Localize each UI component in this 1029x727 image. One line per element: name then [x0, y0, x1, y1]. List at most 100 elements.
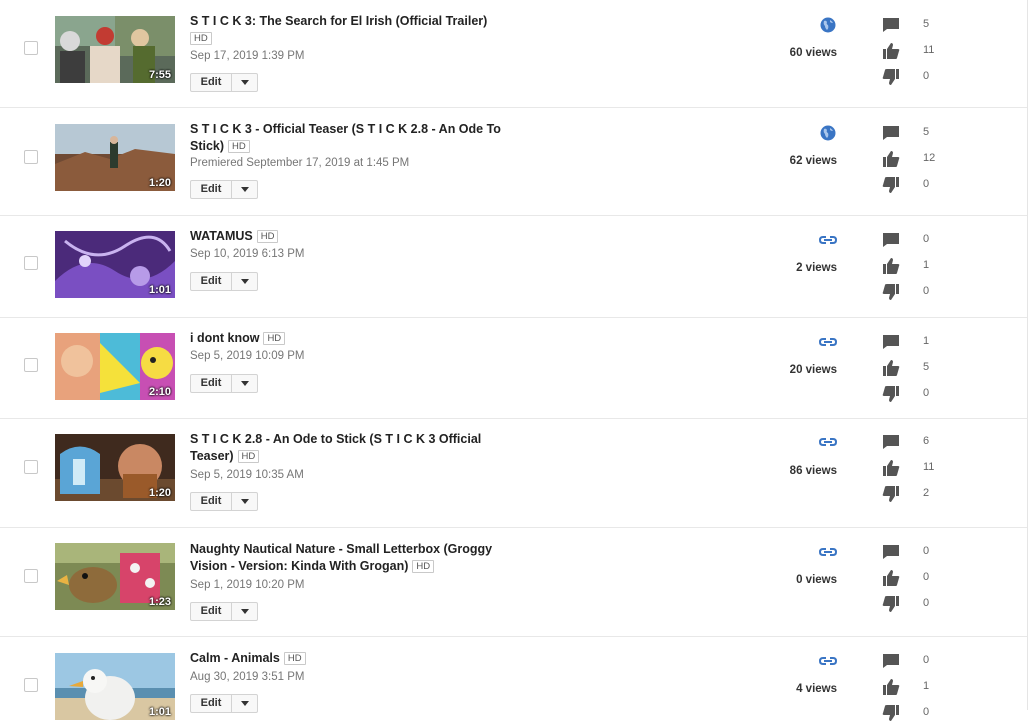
edit-dropdown-button[interactable] — [232, 493, 257, 510]
video-thumbnail[interactable]: 1:20 — [55, 434, 175, 501]
video-duration: 7:55 — [148, 69, 171, 81]
edit-button-group: Edit — [190, 602, 258, 621]
comment-icon — [883, 233, 899, 247]
row-checkbox[interactable] — [24, 256, 38, 270]
edit-button-group: Edit — [190, 180, 258, 199]
dislike-count: 0 — [923, 387, 930, 399]
video-title[interactable]: Naughty Nautical Nature - Small Letterbo… — [190, 541, 510, 575]
edit-dropdown-button[interactable] — [232, 181, 257, 198]
hd-badge-line: HD — [190, 30, 510, 47]
edit-button[interactable]: Edit — [191, 181, 232, 198]
view-count: 20 views — [789, 364, 837, 376]
row-checkbox[interactable] — [24, 358, 38, 372]
video-row: 1:23 Naughty Nautical Nature - Small Let… — [0, 528, 1027, 637]
thumbs-up-icon — [883, 679, 900, 695]
row-checkbox[interactable] — [24, 569, 38, 583]
edit-button[interactable]: Edit — [191, 603, 232, 620]
edit-button-group: Edit — [190, 374, 258, 393]
globe-icon[interactable] — [819, 17, 837, 33]
video-title-text: i dont know — [190, 331, 260, 345]
comment-count: 5 — [923, 126, 930, 138]
video-row: 1:01 Calm - Animals HD Aug 30, 2019 3:51 … — [0, 637, 1027, 727]
thumbs-up-icon — [883, 43, 900, 59]
video-row: 1:20 S T I C K 2.8 - An Ode to Stick (S … — [0, 419, 1027, 528]
like-count: 5 — [923, 361, 930, 373]
edit-button[interactable]: Edit — [191, 493, 232, 510]
video-title-text: S T I C K 2.8 - An Ode to Stick (S T I C… — [190, 432, 482, 463]
like-count: 0 — [923, 571, 930, 583]
chevron-down-icon — [240, 381, 249, 386]
comment-icon — [883, 654, 899, 668]
hd-badge: HD — [228, 140, 250, 153]
thumbs-down-icon — [882, 596, 899, 612]
like-count: 12 — [923, 152, 936, 164]
edit-button-group: Edit — [190, 272, 258, 291]
comment-count: 5 — [923, 18, 930, 30]
video-list: 7:55 S T I C K 3: The Search for El Iris… — [0, 0, 1028, 721]
video-title[interactable]: S T I C K 2.8 - An Ode to Stick (S T I C… — [190, 431, 510, 465]
video-row: 2:10 i dont know HD Sep 5, 2019 10:09 PM … — [0, 318, 1027, 419]
video-duration: 1:01 — [148, 284, 171, 296]
dislike-count: 2 — [923, 487, 930, 499]
edit-dropdown-button[interactable] — [232, 603, 257, 620]
edit-dropdown-button[interactable] — [232, 695, 257, 712]
video-thumbnail[interactable]: 1:01 — [55, 231, 175, 298]
row-checkbox[interactable] — [24, 460, 38, 474]
video-duration: 1:20 — [148, 487, 171, 499]
video-title[interactable]: S T I C K 3 - Official Teaser (S T I C K… — [190, 121, 510, 155]
link-icon[interactable] — [819, 434, 837, 450]
chevron-down-icon — [240, 187, 249, 192]
hd-badge: HD — [256, 230, 279, 243]
comment-icon — [883, 435, 899, 449]
thumbs-up-icon — [883, 460, 900, 476]
edit-button[interactable]: Edit — [191, 375, 232, 392]
edit-button[interactable]: Edit — [191, 74, 232, 91]
hd-badge: HD — [263, 332, 286, 345]
chevron-down-icon — [240, 279, 249, 284]
video-title[interactable]: WATAMUS HD — [190, 228, 510, 245]
video-date: Premiered September 17, 2019 at 1:45 PM — [190, 157, 410, 169]
video-duration: 1:01 — [148, 706, 171, 718]
hd-badge: HD — [412, 560, 435, 573]
link-icon[interactable] — [819, 653, 837, 669]
video-title-text: WATAMUS — [190, 229, 253, 243]
row-checkbox[interactable] — [24, 41, 38, 55]
link-icon[interactable] — [819, 544, 837, 560]
video-thumbnail[interactable]: 1:23 — [55, 543, 175, 610]
edit-button[interactable]: Edit — [191, 695, 232, 712]
thumbs-up-icon — [883, 360, 900, 376]
row-checkbox[interactable] — [24, 150, 38, 164]
like-count: 1 — [923, 259, 930, 271]
video-title-text: Calm - Animals — [190, 651, 280, 665]
view-count: 62 views — [789, 155, 837, 167]
video-duration: 1:23 — [148, 596, 171, 608]
link-icon[interactable] — [819, 232, 837, 248]
hd-badge: HD — [190, 32, 212, 45]
comment-count: 1 — [923, 335, 930, 347]
edit-button[interactable]: Edit — [191, 273, 232, 290]
comment-count: 0 — [923, 654, 930, 666]
video-title[interactable]: S T I C K 3: The Search for El Irish (Of… — [190, 13, 510, 30]
video-title[interactable]: i dont know HD — [190, 330, 510, 347]
row-checkbox[interactable] — [24, 678, 38, 692]
view-count: 4 views — [796, 683, 837, 695]
view-count: 2 views — [796, 262, 837, 274]
video-date: Aug 30, 2019 3:51 PM — [190, 671, 305, 683]
edit-dropdown-button[interactable] — [232, 273, 257, 290]
edit-dropdown-button[interactable] — [232, 74, 257, 91]
like-count: 11 — [923, 461, 935, 473]
video-thumbnail[interactable]: 1:20 — [55, 124, 175, 191]
video-thumbnail[interactable]: 2:10 — [55, 333, 175, 400]
thumbs-down-icon — [882, 386, 899, 402]
dislike-count: 0 — [923, 706, 930, 718]
comment-count: 0 — [923, 545, 930, 557]
chevron-down-icon — [240, 80, 249, 85]
video-title[interactable]: Calm - Animals HD — [190, 650, 510, 667]
view-count: 0 views — [796, 574, 837, 586]
link-icon[interactable] — [819, 334, 837, 350]
video-duration: 1:20 — [148, 177, 171, 189]
edit-dropdown-button[interactable] — [232, 375, 257, 392]
globe-icon[interactable] — [819, 125, 837, 141]
comment-count: 6 — [923, 435, 930, 447]
video-thumbnail[interactable]: 7:55 — [55, 16, 175, 83]
